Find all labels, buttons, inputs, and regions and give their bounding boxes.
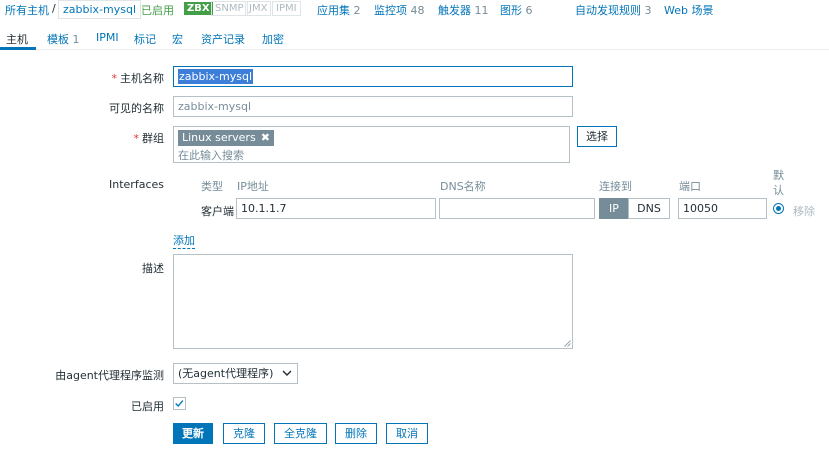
- breadcrumb-all-hosts[interactable]: 所有主机: [5, 2, 49, 18]
- iface-header-type: 类型: [201, 180, 223, 193]
- clone-button[interactable]: 克隆: [223, 423, 265, 444]
- group-chip: Linux servers ✖: [178, 130, 274, 146]
- interfaces-label: Interfaces: [109, 178, 164, 191]
- link-applications-label: 应用集: [317, 4, 350, 17]
- iface-header-dns: DNS名称: [440, 180, 486, 193]
- link-items[interactable]: 监控项 48: [374, 2, 425, 18]
- link-discovery-rules-label: 自动发现规则: [575, 4, 641, 17]
- availability-zbx-badge: ZBX: [184, 2, 213, 15]
- iface-type-agent: 客户端: [201, 205, 234, 218]
- cancel-button[interactable]: 取消: [386, 423, 428, 444]
- iface-header-connect: 连接到: [599, 180, 632, 193]
- iface-header-port: 端口: [679, 180, 701, 193]
- link-items-count: 48: [410, 4, 425, 17]
- link-graphs-count: 6: [525, 4, 533, 17]
- host-name-value: zabbix-mysql: [178, 69, 254, 84]
- visible-name-placeholder: zabbix-mysql: [178, 100, 252, 113]
- link-web-scenarios-label: Web 场景: [664, 4, 714, 17]
- link-triggers[interactable]: 触发器 11: [438, 2, 489, 18]
- link-graphs[interactable]: 图形 6: [500, 2, 533, 18]
- enabled-label: 已启用: [131, 400, 164, 413]
- breadcrumb-separator: /: [52, 2, 56, 15]
- host-name-input[interactable]: zabbix-mysql: [173, 66, 573, 87]
- host-name-label: * 主机名称: [112, 70, 165, 86]
- breadcrumb-current-host[interactable]: zabbix-mysql: [58, 0, 142, 19]
- iface-ip-input[interactable]: 10.1.1.7: [236, 198, 436, 219]
- link-applications-count: 2: [353, 4, 361, 17]
- groups-search-input[interactable]: 在此输入搜索: [178, 147, 244, 163]
- availability-snmp-badge: SNMP: [211, 1, 248, 16]
- tab-templates-label: 模板: [47, 33, 69, 46]
- tab-divider: [0, 49, 829, 50]
- host-status-enabled[interactable]: 已启用: [141, 2, 174, 18]
- required-marker: *: [133, 132, 140, 145]
- host-nav-bar: 所有主机 / zabbix-mysql 已启用 ZBX SNMP JMX IPM…: [0, 0, 829, 19]
- iface-header-default: 默认: [773, 169, 784, 197]
- link-discovery-rules[interactable]: 自动发现规则 3: [575, 2, 652, 18]
- availability-jmx-badge: JMX: [245, 1, 272, 16]
- description-label: 描述: [142, 262, 164, 275]
- group-chip-label: Linux servers: [182, 131, 256, 144]
- link-triggers-count: 11: [474, 4, 489, 17]
- delete-button[interactable]: 删除: [335, 423, 377, 444]
- tab-macros[interactable]: 宏: [172, 31, 183, 47]
- connect-to-ip-button[interactable]: IP: [599, 198, 629, 219]
- tab-host[interactable]: 主机: [6, 31, 28, 47]
- chevron-down-icon: [282, 370, 292, 376]
- enabled-checkbox[interactable]: [173, 397, 186, 410]
- tab-encryption[interactable]: 加密: [262, 31, 284, 47]
- iface-header-ip: IP地址: [237, 180, 269, 193]
- iface-ip-value: 10.1.1.7: [241, 202, 287, 215]
- link-web-scenarios[interactable]: Web 场景: [664, 2, 713, 18]
- proxy-label: 由agent代理程序监测: [55, 369, 164, 382]
- availability-ipmi-badge: IPMI: [272, 1, 301, 16]
- tab-inventory[interactable]: 资产记录: [201, 31, 245, 47]
- tab-templates[interactable]: 模板 1: [47, 31, 80, 47]
- checkmark-icon: [175, 400, 184, 408]
- tab-ipmi[interactable]: IPMI: [96, 31, 119, 44]
- update-button[interactable]: 更新: [173, 423, 213, 444]
- select-groups-button[interactable]: 选择: [577, 126, 617, 147]
- resize-handle-icon[interactable]: [564, 340, 571, 347]
- visible-name-input[interactable]: zabbix-mysql: [173, 96, 573, 117]
- add-interface-link[interactable]: 添加: [173, 232, 195, 249]
- link-items-label: 监控项: [374, 4, 407, 17]
- default-interface-radio[interactable]: [773, 203, 784, 214]
- description-textarea[interactable]: [173, 254, 573, 349]
- required-marker: *: [111, 72, 118, 85]
- link-graphs-label: 图形: [500, 4, 522, 17]
- iface-dns-input[interactable]: [439, 198, 595, 219]
- iface-port-value: 10050: [683, 202, 718, 215]
- remove-chip-icon[interactable]: ✖: [261, 131, 270, 144]
- link-discovery-rules-count: 3: [644, 4, 652, 17]
- proxy-select-value: (无agent代理程序): [178, 367, 274, 380]
- link-triggers-label: 触发器: [438, 4, 471, 17]
- groups-label-text: 群组: [142, 132, 164, 145]
- proxy-select[interactable]: (无agent代理程序): [173, 363, 298, 384]
- host-name-label-text: 主机名称: [120, 72, 164, 85]
- full-clone-button[interactable]: 全克隆: [274, 423, 327, 444]
- iface-port-input[interactable]: 10050: [678, 198, 767, 219]
- groups-label: * 群组: [134, 130, 165, 146]
- tab-templates-count: 1: [72, 33, 80, 46]
- visible-name-label: 可见的名称: [109, 102, 164, 115]
- tab-tags[interactable]: 标记: [134, 31, 156, 47]
- iface-remove-link[interactable]: 移除: [793, 203, 815, 219]
- link-applications[interactable]: 应用集 2: [317, 2, 361, 18]
- active-tab-indicator: [0, 47, 36, 50]
- groups-multiselect[interactable]: Linux servers ✖ 在此输入搜索: [173, 126, 570, 163]
- connect-to-dns-button[interactable]: DNS: [628, 198, 670, 219]
